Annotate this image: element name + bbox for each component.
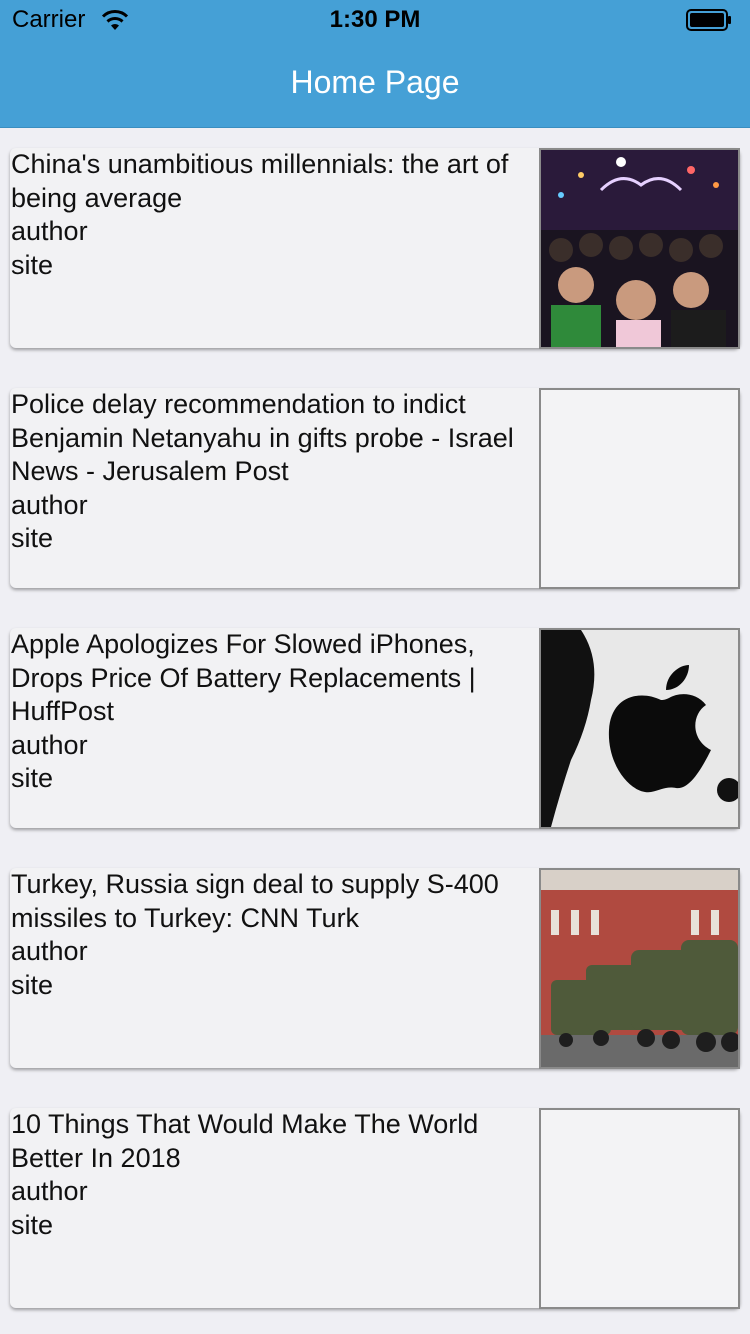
article-card[interactable]: Turkey, Russia sign deal to supply S-400… xyxy=(10,868,740,1069)
article-site: site xyxy=(11,763,54,793)
article-card[interactable]: China's unambitious millennials: the art… xyxy=(10,148,740,349)
apple-logo-photo-image xyxy=(541,630,738,827)
article-site: site xyxy=(11,523,54,553)
article-text: Apple Apologizes For Slowed iPhones, Dro… xyxy=(11,628,539,796)
crowd-photo-image xyxy=(541,150,738,347)
article-text: Police delay recommendation to indict Be… xyxy=(11,388,539,556)
article-author: author xyxy=(11,216,88,246)
status-time: 1:30 PM xyxy=(329,6,421,33)
article-thumbnail xyxy=(539,628,740,829)
status-bar: Carrier 1:30 PM xyxy=(0,0,750,40)
article-card[interactable]: Apple Apologizes For Slowed iPhones, Dro… xyxy=(10,628,740,829)
article-text: China's unambitious millennials: the art… xyxy=(11,148,539,282)
article-thumbnail xyxy=(539,868,740,1069)
battery-icon xyxy=(686,9,731,31)
article-title: Apple Apologizes For Slowed iPhones, Dro… xyxy=(11,629,476,726)
article-title: Turkey, Russia sign deal to supply S-400… xyxy=(11,869,499,933)
article-thumbnail-empty xyxy=(539,1108,740,1309)
article-title: China's unambitious millennials: the art… xyxy=(11,149,509,213)
article-text: 10 Things That Would Make The World Bett… xyxy=(11,1108,539,1242)
article-author: author xyxy=(11,1176,88,1206)
article-author: author xyxy=(11,489,88,520)
article-text: Turkey, Russia sign deal to supply S-400… xyxy=(11,868,539,1002)
article-site: site xyxy=(11,1209,54,1240)
article-card[interactable]: 10 Things That Would Make The World Bett… xyxy=(10,1108,740,1309)
article-thumbnail xyxy=(539,148,740,349)
article-thumbnail-empty xyxy=(539,388,740,589)
article-site: site xyxy=(11,249,54,280)
navigation-header: Carrier 1:30 PM Home Page xyxy=(0,0,750,128)
page-title: Home Page xyxy=(290,64,460,100)
article-site: site xyxy=(11,969,54,1000)
article-title: 10 Things That Would Make The World Bett… xyxy=(11,1109,479,1173)
missile-trucks-photo-image xyxy=(541,870,738,1067)
article-title: Police delay recommendation to indict Be… xyxy=(11,389,514,486)
article-card[interactable]: Police delay recommendation to indict Be… xyxy=(10,388,740,589)
article-author: author xyxy=(11,729,88,760)
article-author: author xyxy=(11,936,88,966)
